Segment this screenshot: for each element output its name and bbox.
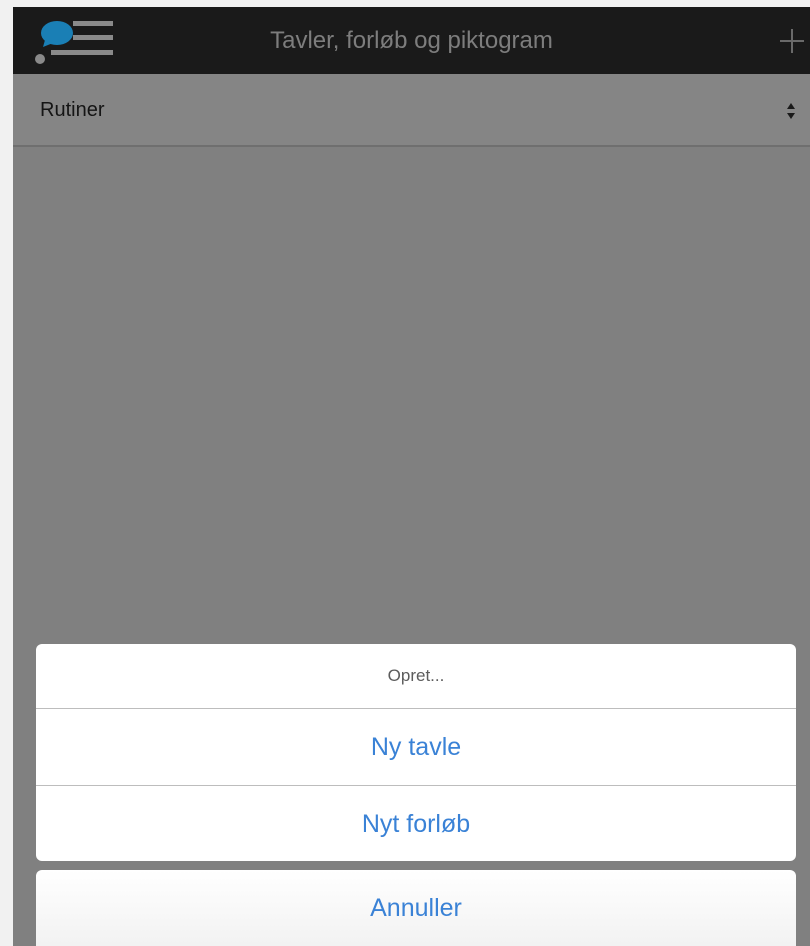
cancel-button[interactable]: Annuller	[36, 870, 796, 946]
new-sequence-button[interactable]: Nyt forløb	[36, 786, 796, 861]
page-title: Tavler, forløb og piktogram	[270, 27, 553, 54]
top-navigation-bar: Tavler, forløb og piktogram	[13, 7, 810, 74]
action-sheet: Opret... Ny tavle Nyt forløb	[36, 644, 796, 861]
category-select[interactable]: Rutiner	[13, 74, 810, 147]
select-arrows-icon	[787, 103, 795, 119]
action-sheet-title: Opret...	[36, 644, 796, 709]
plus-icon[interactable]	[780, 29, 804, 53]
category-select-value: Rutiner	[40, 99, 105, 121]
app-screen: Tavler, forløb og piktogram Rutiner Opre…	[13, 7, 810, 946]
new-board-button[interactable]: Ny tavle	[36, 709, 796, 786]
